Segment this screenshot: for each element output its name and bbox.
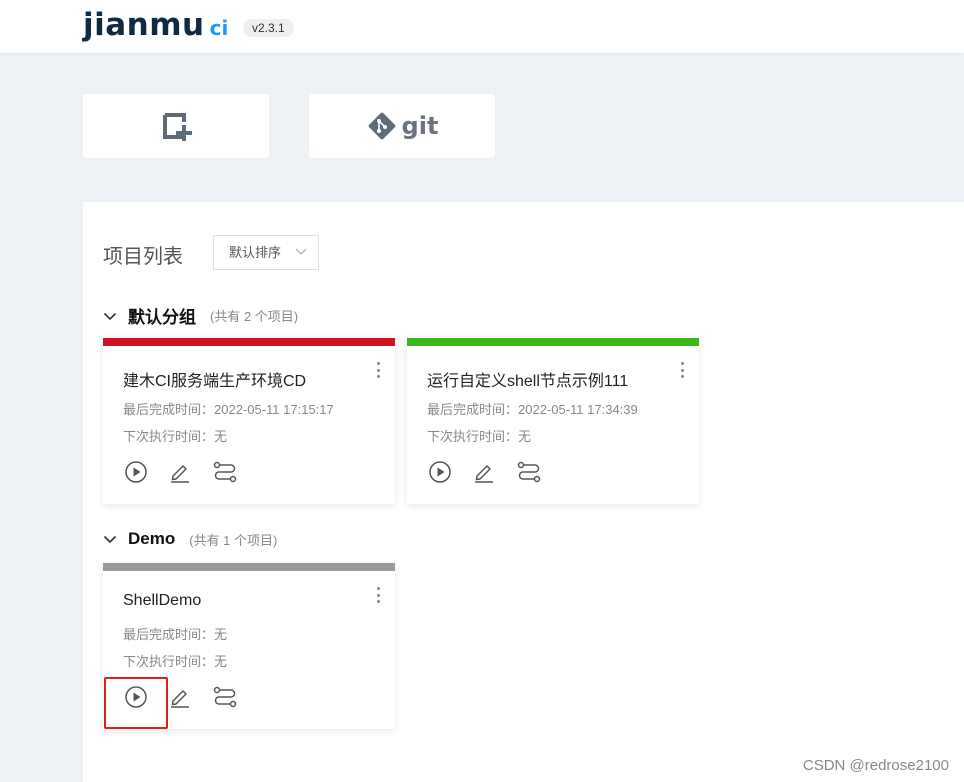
last-done-time: 最后完成时间：无 [123, 627, 228, 642]
watermark: CSDN @redrose2100 [802, 757, 949, 774]
more-vertical-icon[interactable] [373, 585, 383, 605]
group-count: (共有 1 个项目) [189, 532, 278, 548]
project-name[interactable]: 建木CI服务端生产环境CD [123, 367, 306, 391]
play-circle-icon[interactable] [125, 686, 147, 708]
project-list-title: 项目列表 [103, 246, 183, 268]
pipeline-flow-icon[interactable] [517, 461, 541, 483]
group-name: Demo [128, 529, 176, 548]
add-project-button[interactable] [83, 94, 269, 158]
status-bar [103, 338, 395, 346]
pipeline-flow-icon[interactable] [213, 686, 237, 708]
project-card[interactable]: 运行自定义shell节点示例111 最后完成时间：2022-05-11 17:3… [407, 338, 699, 504]
logo-suffix: ci [209, 16, 229, 40]
next-run-time: 下次执行时间：无 [427, 429, 532, 444]
project-card[interactable]: 建木CI服务端生产环境CD 最后完成时间：2022-05-11 17:15:17… [103, 338, 395, 504]
last-done-time: 最后完成时间：2022-05-11 17:15:17 [123, 402, 334, 417]
more-vertical-icon[interactable] [373, 360, 383, 380]
status-bar [407, 338, 699, 346]
pencil-icon[interactable] [473, 461, 495, 483]
app-logo[interactable]: jianmu ci [83, 2, 228, 42]
next-run-time: 下次执行时间：无 [123, 654, 228, 669]
project-card[interactable]: ShellDemo 最后完成时间：无 下次执行时间：无 [103, 563, 395, 729]
group-name: 默认分组 [128, 308, 196, 327]
group-header: Demo (共有 1 个项目) [103, 529, 277, 549]
status-bar [103, 563, 395, 571]
pipeline-flow-icon[interactable] [213, 461, 237, 483]
project-name[interactable]: ShellDemo [123, 592, 201, 610]
git-label: git [401, 112, 439, 140]
play-circle-icon[interactable] [429, 461, 451, 483]
version-badge: v2.3.1 [243, 19, 294, 37]
pencil-icon[interactable] [169, 461, 191, 483]
logo-text: jianmu [83, 7, 205, 43]
pencil-icon[interactable] [169, 686, 191, 708]
top-bar: jianmu ci v2.3.1 [0, 0, 964, 53]
next-run-time: 下次执行时间：无 [123, 429, 228, 444]
collapse-chevron-icon[interactable] [103, 532, 117, 546]
git-icon [368, 112, 395, 140]
project-name[interactable]: 运行自定义shell节点示例111 [427, 367, 628, 391]
more-vertical-icon[interactable] [677, 360, 687, 380]
group-header: 默认分组 (共有 2 个项目) [103, 303, 298, 328]
last-done-time: 最后完成时间：2022-05-11 17:34:39 [427, 402, 638, 417]
group-count: (共有 2 个项目) [210, 309, 299, 324]
import-git-button[interactable]: git [309, 94, 495, 158]
sort-select-value: 默认排序 [229, 245, 282, 260]
play-circle-icon[interactable] [125, 461, 147, 483]
project-list-panel: 项目列表 默认排序 默认分组 (共有 2 个项目) 建木CI服务端生产环境CD … [83, 202, 964, 782]
chevron-down-icon [295, 248, 307, 255]
collapse-chevron-icon[interactable] [103, 309, 117, 323]
sort-select[interactable]: 默认排序 [213, 235, 319, 270]
add-square-icon [163, 113, 192, 141]
